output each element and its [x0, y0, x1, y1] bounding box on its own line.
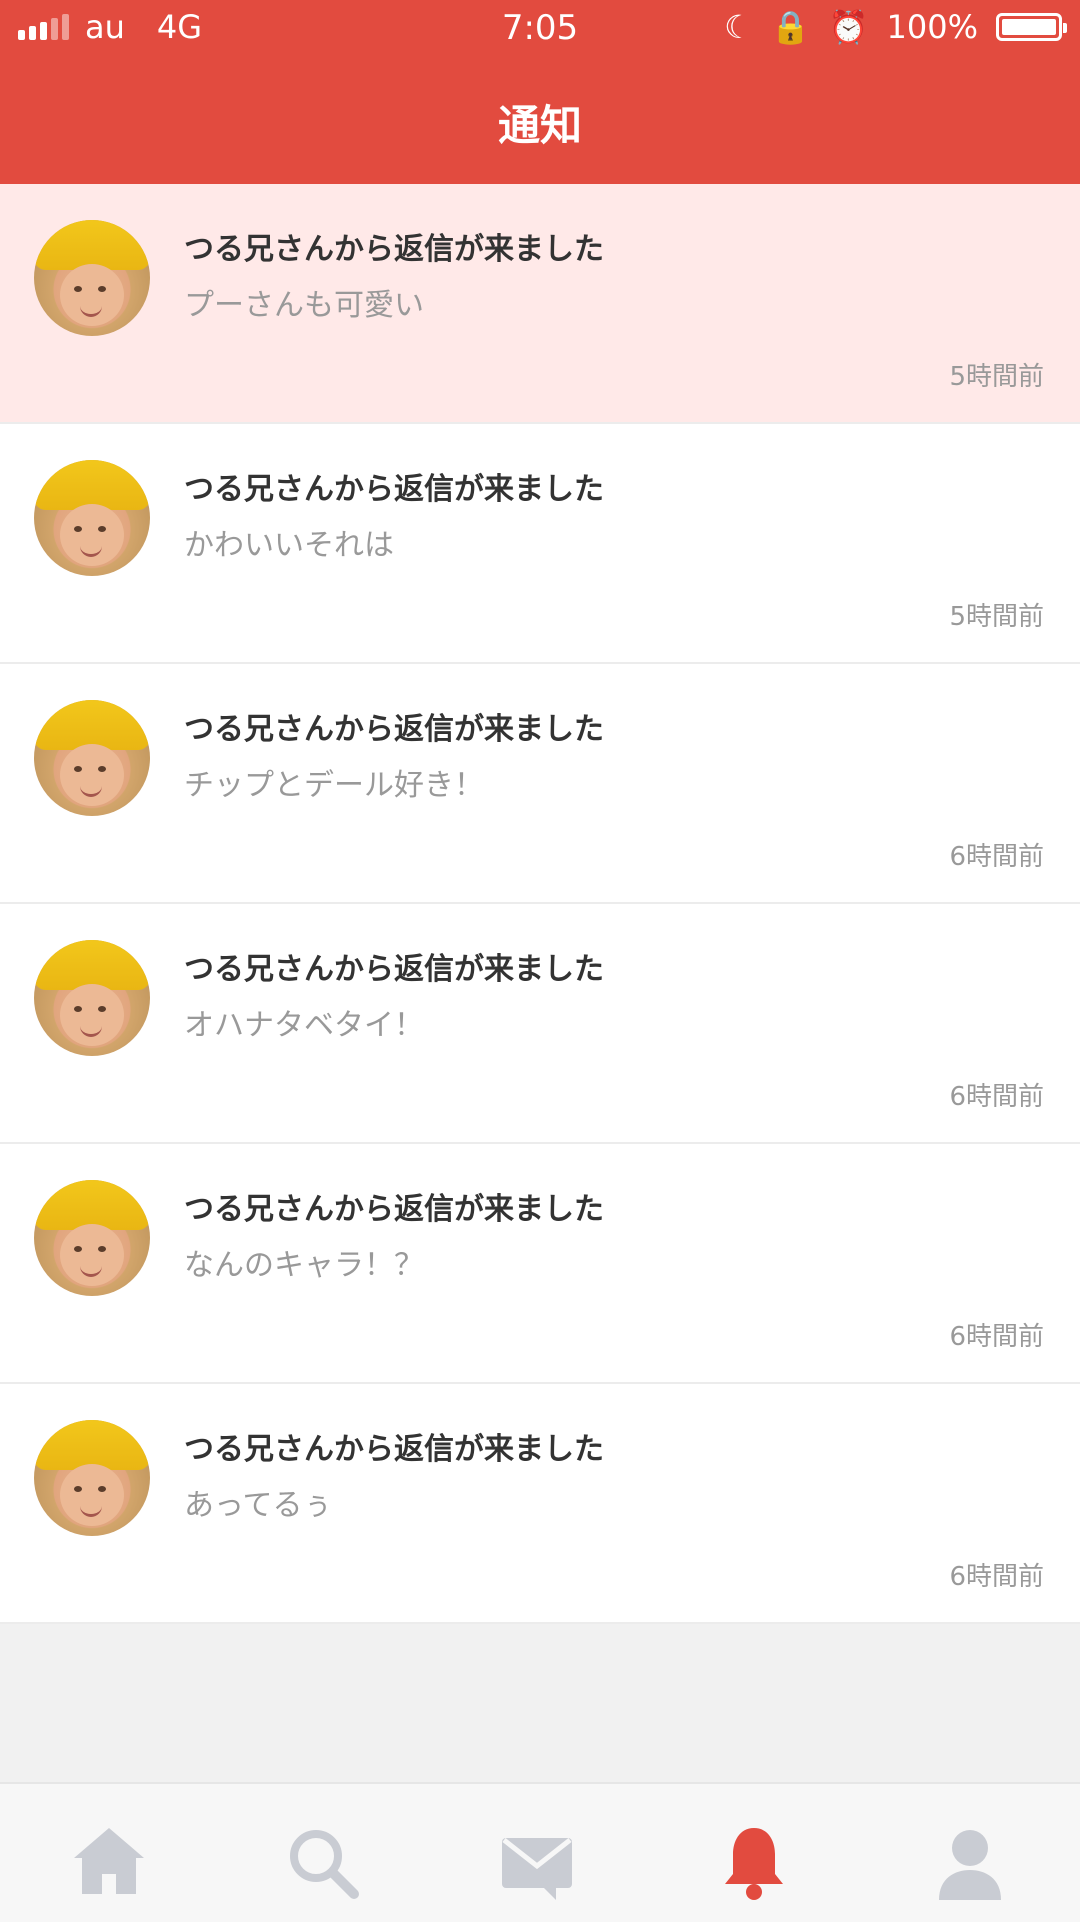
notification-heading: つる兄さんから返信が来ました: [184, 472, 604, 507]
notification-message: チップとデール好き！: [184, 768, 484, 803]
avatar: [34, 1420, 150, 1536]
moon-icon: ☾: [724, 8, 753, 46]
rotation-lock-icon: 🔒: [770, 8, 811, 46]
notification-heading: つる兄さんから返信が来ました: [184, 952, 604, 987]
notification-message: オハナタベタイ！: [184, 1008, 424, 1043]
avatar: [34, 1180, 150, 1296]
avatar: [34, 940, 150, 1056]
notification-time: 6時間前: [949, 1562, 1044, 1592]
notification-time: 5時間前: [949, 602, 1044, 632]
notification-heading: つる兄さんから返信が来ました: [184, 1192, 604, 1227]
app-header: au 4G 7:05 ☾ 🔒 ⏰ 100% 通知: [0, 0, 1080, 184]
user-icon[interactable]: [925, 1818, 1015, 1908]
battery-percent: 100%: [886, 8, 978, 46]
notification-item[interactable]: つる兄さんから返信が来ました あってるぅ 6時間前: [0, 1384, 1080, 1624]
avatar: [34, 220, 150, 336]
notification-item[interactable]: つる兄さんから返信が来ました なんのキャラ！？ 6時間前: [0, 1144, 1080, 1384]
notification-heading: つる兄さんから返信が来ました: [184, 1432, 604, 1467]
notification-message: プーさんも可愛い: [184, 288, 424, 323]
notification-time: 6時間前: [949, 842, 1044, 872]
avatar: [34, 700, 150, 816]
notification-message: あってるぅ: [184, 1488, 333, 1523]
notification-item[interactable]: つる兄さんから返信が来ました プーさんも可愛い 5時間前: [0, 184, 1080, 424]
notification-message: かわいいそれは: [184, 528, 394, 563]
notification-message: なんのキャラ！？: [184, 1248, 424, 1283]
avatar: [34, 460, 150, 576]
notification-heading: つる兄さんから返信が来ました: [184, 232, 604, 267]
battery-icon: [996, 13, 1067, 41]
status-bar: au 4G 7:05 ☾ 🔒 ⏰ 100%: [0, 0, 1080, 60]
mail-icon[interactable]: [492, 1818, 582, 1908]
notification-item[interactable]: つる兄さんから返信が来ました かわいいそれは 5時間前: [0, 424, 1080, 664]
alarm-icon: ⏰: [828, 8, 869, 46]
notification-item[interactable]: つる兄さんから返信が来ました オハナタベタイ！ 6時間前: [0, 904, 1080, 1144]
status-right: ☾ 🔒 ⏰ 100%: [724, 8, 1067, 46]
notification-time: 5時間前: [949, 362, 1044, 392]
search-icon[interactable]: [278, 1818, 368, 1908]
notification-item[interactable]: つる兄さんから返信が来ました チップとデール好き！ 6時間前: [0, 664, 1080, 904]
home-icon[interactable]: [64, 1818, 154, 1908]
notification-heading: つる兄さんから返信が来ました: [184, 712, 604, 747]
notification-list: つる兄さんから返信が来ました プーさんも可愛い 5時間前 つる兄さんから返信が来…: [0, 184, 1080, 1624]
tab-bar: [0, 1782, 1080, 1922]
page-title: 通知: [497, 101, 582, 150]
notification-time: 6時間前: [949, 1082, 1044, 1112]
notification-time: 6時間前: [949, 1322, 1044, 1352]
bell-icon[interactable]: [709, 1818, 799, 1908]
